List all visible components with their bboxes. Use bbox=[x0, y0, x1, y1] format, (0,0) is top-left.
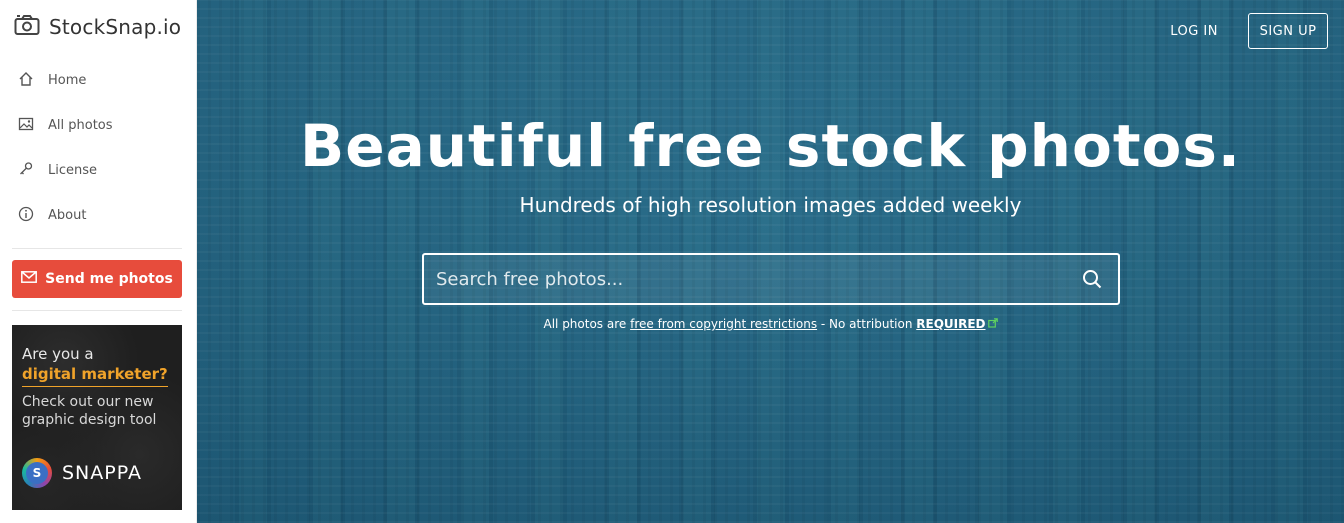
sidebar-item-home[interactable]: Home bbox=[0, 58, 197, 103]
sidebar-divider bbox=[12, 310, 182, 311]
sidebar-divider bbox=[12, 248, 182, 249]
external-link-icon bbox=[987, 317, 998, 331]
sidebar: StockSnap.io Home All photos License Abo… bbox=[0, 0, 197, 523]
search-icon[interactable] bbox=[1066, 255, 1118, 303]
signup-button[interactable]: SIGN UP bbox=[1248, 13, 1328, 49]
login-link[interactable]: LOG IN bbox=[1170, 24, 1218, 39]
sidebar-item-label: About bbox=[48, 208, 87, 223]
send-me-photos-button[interactable]: Send me photos bbox=[12, 260, 182, 298]
snappa-logo-letter: S bbox=[26, 462, 48, 484]
sidebar-item-label: License bbox=[48, 163, 98, 178]
sidebar-item-label: Home bbox=[48, 73, 87, 88]
brand-logo[interactable]: StockSnap.io bbox=[14, 14, 181, 40]
hero-banner: LOG IN SIGN UP Beautiful free stock phot… bbox=[197, 0, 1344, 523]
hero-subtitle: Hundreds of high resolution images added… bbox=[519, 193, 1022, 217]
license-notice: All photos are free from copyright restr… bbox=[197, 317, 1344, 331]
required-link[interactable]: REQUIRED bbox=[916, 317, 985, 331]
brand-name: StockSnap.io bbox=[49, 15, 182, 39]
mail-icon bbox=[21, 271, 38, 287]
auth-actions: LOG IN SIGN UP bbox=[1170, 13, 1328, 49]
hero-title: Beautiful free stock photos. bbox=[300, 112, 1241, 180]
sidebar-item-about[interactable]: About bbox=[0, 193, 197, 238]
send-button-label: Send me photos bbox=[45, 271, 173, 287]
camera-icon bbox=[14, 14, 40, 40]
notice-prefix: All photos are bbox=[543, 317, 631, 331]
image-icon bbox=[18, 116, 34, 136]
info-icon bbox=[18, 206, 34, 226]
search-bar bbox=[422, 253, 1120, 305]
copyright-link[interactable]: free from copyright restrictions bbox=[630, 317, 817, 331]
ad-line-3a: Check out our new bbox=[22, 394, 154, 410]
ad-line-1: Are you a bbox=[22, 345, 94, 363]
ad-brand: S SNAPPA bbox=[22, 458, 142, 488]
home-icon bbox=[18, 71, 34, 91]
ad-line-3: Check out our new graphic design tool bbox=[22, 393, 172, 429]
sidebar-item-all-photos[interactable]: All photos bbox=[0, 103, 197, 148]
ad-line-2: digital marketer? bbox=[22, 363, 168, 387]
key-icon bbox=[18, 161, 34, 181]
notice-middle: - No attribution bbox=[817, 317, 917, 331]
sidebar-item-license[interactable]: License bbox=[0, 148, 197, 193]
snappa-ad[interactable]: Are you a digital marketer? Check out ou… bbox=[12, 325, 182, 510]
sidebar-item-label: All photos bbox=[48, 118, 113, 133]
sidebar-nav: Home All photos License About bbox=[0, 58, 197, 238]
snappa-name: SNAPPA bbox=[62, 462, 142, 484]
search-input[interactable] bbox=[424, 254, 1066, 304]
snappa-logo-icon: S bbox=[22, 458, 52, 488]
ad-line-3b: graphic design tool bbox=[22, 412, 157, 428]
